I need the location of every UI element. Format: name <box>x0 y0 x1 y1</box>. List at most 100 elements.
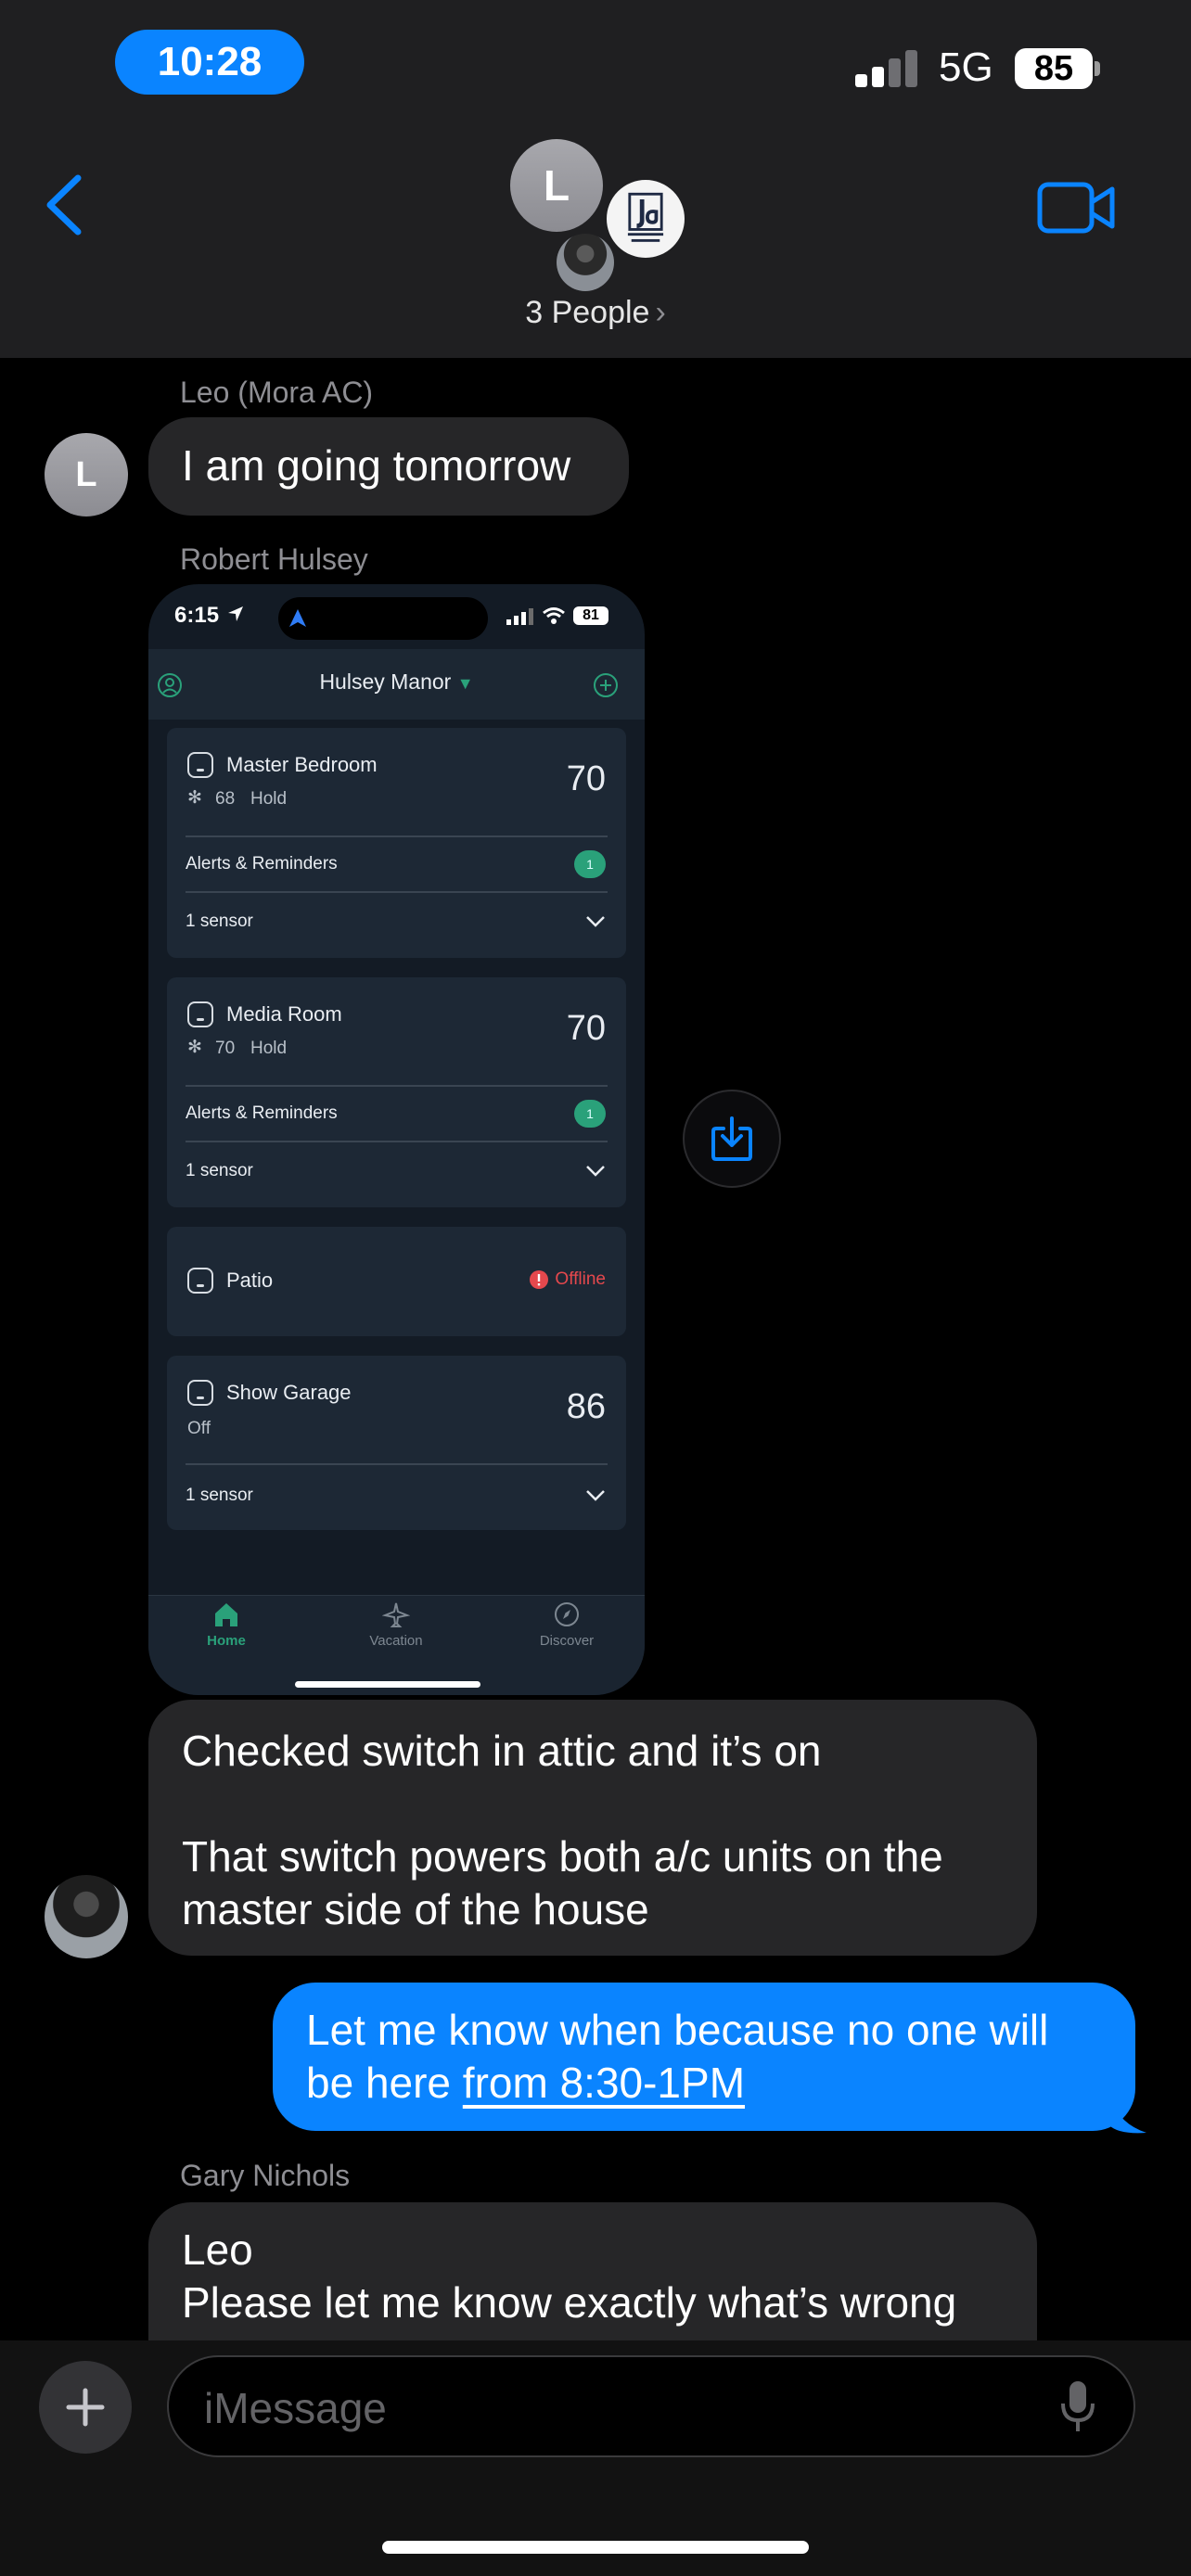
home-selector: Hulsey Manor ▼ <box>148 670 645 695</box>
home-name: Hulsey Manor <box>319 670 452 694</box>
status-time: 10:28 <box>115 30 304 95</box>
room-card-show-garage: Show Garage Off 86 1 sensor <box>167 1356 626 1530</box>
dynamic-island <box>278 597 488 640</box>
back-chevron-icon[interactable] <box>41 172 87 237</box>
dropdown-caret-icon: ▼ <box>456 674 474 693</box>
battery-indicator: 85 <box>1015 48 1093 89</box>
sender-name: Gary Nichols <box>180 2159 351 2192</box>
alerts-count-badge: 1 <box>574 850 606 878</box>
message-bubble[interactable]: Checked switch in attic and it’s on That… <box>148 1700 1037 1956</box>
alerts-count-badge: 1 <box>574 1100 606 1128</box>
chevron-right-icon: › <box>655 295 666 330</box>
room-name: Master Bedroom <box>226 753 378 776</box>
date-time-link[interactable]: from 8:30-1PM <box>463 2059 745 2107</box>
message-bubble-outgoing[interactable]: Let me know when because no one will be … <box>273 1983 1135 2131</box>
microphone-icon[interactable] <box>1059 2379 1096 2433</box>
offline-status: Offline <box>529 1269 606 1290</box>
divider <box>186 1463 608 1465</box>
avatar[interactable]: L <box>45 433 128 516</box>
location-arrow-icon <box>228 606 243 621</box>
sensor-label: 1 sensor <box>186 1486 253 1505</box>
app-top-bar: Hulsey Manor ▼ <box>148 649 645 720</box>
bubble-tail <box>1109 2088 1146 2134</box>
setpoint: 70 <box>215 1039 236 1058</box>
screenshot-battery: 81 <box>573 606 608 625</box>
battery-nub <box>1095 61 1100 76</box>
thermostat-icon <box>187 1268 213 1294</box>
mode-off: Off <box>187 1419 211 1438</box>
tab-label: Home <box>207 1633 246 1649</box>
alert-icon <box>530 1270 549 1289</box>
snowflake-icon: ✻ <box>187 1038 202 1057</box>
message-line: That switch powers both a/c units on the <box>182 1832 943 1881</box>
tab-vacation: Vacation <box>340 1601 452 1649</box>
add-circle-icon <box>594 673 618 697</box>
wifi-icon <box>543 607 565 624</box>
message-line: Please let me know exactly what’s wrong <box>182 2278 957 2327</box>
setpoint: 68 <box>215 789 236 809</box>
current-temperature: 70 <box>566 1009 606 1048</box>
hold-mode: Hold <box>250 789 288 809</box>
thermostat-icon <box>187 752 213 778</box>
current-temperature: 86 <box>566 1387 606 1426</box>
divider <box>186 1085 608 1087</box>
hold-mode: Hold <box>250 1039 288 1058</box>
offline-label: Offline <box>555 1269 606 1289</box>
message-bubble[interactable]: I am going tomorrow <box>148 417 629 516</box>
sensor-label: 1 sensor <box>186 912 253 931</box>
sensor-label: 1 sensor <box>186 1161 253 1180</box>
divider <box>186 1141 608 1142</box>
save-image-button[interactable] <box>683 1090 781 1188</box>
message-line: be here from 8:30-1PM <box>306 2057 1102 2110</box>
airplane-icon <box>382 1602 410 1627</box>
room-name: Media Room <box>226 1002 342 1026</box>
room-name: Show Garage <box>226 1381 352 1404</box>
navigation-arrow-icon <box>289 609 306 627</box>
cellular-signal-icon <box>855 50 920 87</box>
shared-screenshot-image[interactable]: 6:15 81 Hulsey Manor ▼ Master Bedroom ✻ … <box>148 584 645 1695</box>
sender-name: Leo (Mora AC) <box>180 376 374 409</box>
divider <box>186 835 608 837</box>
chevron-down-icon <box>586 1490 605 1501</box>
conversation-header: 10:28 5G 85 L 3 People › <box>0 0 1191 358</box>
message-line <box>182 1778 1004 1830</box>
screenshot-time: 6:15 <box>174 603 220 628</box>
room-name: Patio <box>226 1269 274 1292</box>
app-tab-bar: Home Vacation Discover <box>148 1595 645 1695</box>
group-avatar-photo[interactable] <box>557 234 614 291</box>
room-card-media-room: Media Room ✻ 70 Hold 70 Alerts & Reminde… <box>167 977 626 1207</box>
network-type: 5G <box>939 45 993 90</box>
screenshot-signal-icon <box>506 608 533 625</box>
alerts-label: Alerts & Reminders <box>186 1103 338 1123</box>
thermostat-icon <box>187 1001 213 1027</box>
group-avatar-leo[interactable]: L <box>510 139 603 232</box>
plus-icon <box>66 2388 105 2427</box>
chevron-down-icon <box>586 916 605 927</box>
screenshot-status-bar: 6:15 81 <box>148 584 645 649</box>
chevron-down-icon <box>586 1166 605 1177</box>
avatar[interactable] <box>45 1875 128 1958</box>
message-line: Leo <box>182 2225 253 2274</box>
add-attachment-button[interactable] <box>39 2361 132 2454</box>
imessage-input[interactable]: iMessage <box>167 2355 1135 2457</box>
current-temperature: 70 <box>566 759 606 798</box>
home-indicator <box>382 2541 809 2554</box>
snowflake-icon: ✻ <box>187 788 202 808</box>
tab-discover: Discover <box>511 1601 622 1649</box>
tab-label: Discover <box>539 1633 595 1649</box>
sender-name: Robert Hulsey <box>180 542 368 576</box>
homes-by-anthony-logo-icon[interactable] <box>605 178 686 260</box>
screenshot-home-indicator <box>295 1681 480 1688</box>
facetime-video-icon[interactable] <box>1037 180 1115 236</box>
compass-icon <box>555 1602 579 1626</box>
room-card-master-bedroom: Master Bedroom ✻ 68 Hold 70 Alerts & Rem… <box>167 728 626 958</box>
group-people-link[interactable]: 3 People › <box>0 295 1191 331</box>
message-line: Checked switch in attic and it’s on <box>182 1727 822 1775</box>
tab-label: Vacation <box>369 1633 423 1649</box>
message-line: Let me know when because no one will <box>306 2006 1049 2054</box>
home-icon <box>215 1603 237 1626</box>
download-icon <box>711 1116 752 1161</box>
divider <box>186 891 608 893</box>
message-line: master side of the house <box>182 1885 649 1933</box>
input-placeholder: iMessage <box>204 2384 387 2432</box>
